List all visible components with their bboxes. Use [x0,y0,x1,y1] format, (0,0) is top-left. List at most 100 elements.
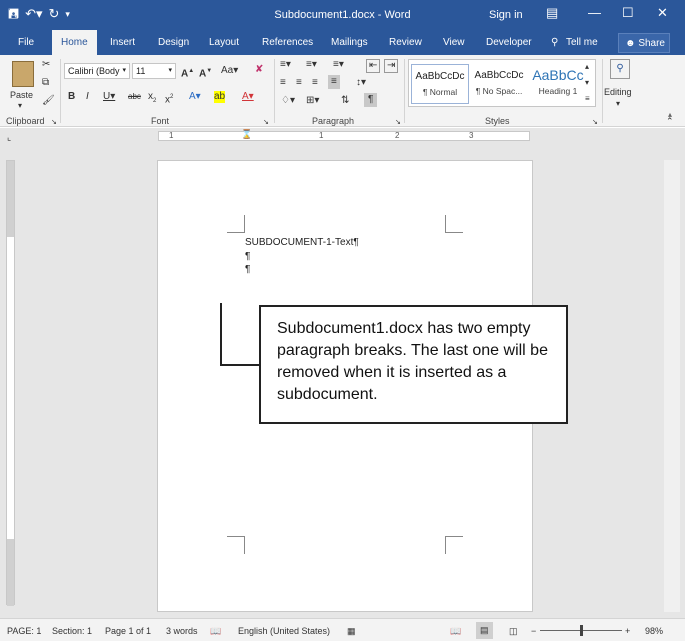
font-size-select[interactable]: 11 ▾ [132,63,176,79]
paragraph-mark[interactable]: ¶ [245,264,250,275]
styles-scroll-up-icon[interactable]: ▴ [585,61,589,73]
ruler-margin [7,161,14,237]
styles-gallery: AaBbCcDc ¶ Normal AaBbCcDc ¶ No Spac... … [408,59,596,107]
align-right-icon[interactable]: ≡ [312,77,318,89]
cut-icon[interactable]: ✂ [42,59,50,71]
ruler-margin [7,539,14,606]
minimize-icon[interactable]: — [588,5,601,21]
chevron-down-icon: ▾ [122,67,126,74]
find-icon[interactable]: ⚲ [610,59,630,79]
font-color-icon[interactable]: A▾ [242,91,254,103]
align-center-icon[interactable]: ≡ [296,77,302,89]
tab-selector-icon[interactable]: ⌞ [7,131,11,143]
increase-indent-icon[interactable]: ⇥ [384,59,399,73]
tab-home[interactable]: Home [52,30,97,55]
text-effects-icon[interactable]: A▾ [189,91,201,103]
page-number-status[interactable]: PAGE: 1 [7,626,41,636]
language-status[interactable]: English (United States) [238,626,330,636]
bold-icon[interactable]: B [68,91,75,103]
numbering-icon[interactable]: ≡▾ [306,59,317,71]
decrease-indent-icon[interactable]: ⇤ [366,59,381,73]
chevron-down-icon: ▾ [168,67,172,74]
editing-button[interactable]: Editing [604,86,632,98]
tab-file[interactable]: File [18,37,34,48]
tab-mailings[interactable]: Mailings [331,37,368,48]
tab-insert[interactable]: Insert [110,37,135,48]
maximize-icon[interactable]: ☐ [622,5,634,21]
person-icon: ☻ [625,38,639,49]
style-no-spacing[interactable]: AaBbCcDc ¶ No Spac... [470,64,528,104]
bullets-icon[interactable]: ≡▾ [280,59,291,71]
section-status[interactable]: Section: 1 [52,626,92,636]
page-count-status[interactable]: Page 1 of 1 [105,626,151,636]
style-name: Heading 1 [538,86,578,96]
shrink-font-icon[interactable]: A▼ [199,65,212,80]
horizontal-ruler[interactable]: 1 ⌛ 1 2 3 [158,129,530,141]
share-button[interactable]: ☻ Share [618,33,670,53]
strikethrough-icon[interactable]: abc [128,91,141,103]
styles-group-label: Styles [485,116,510,126]
tab-design[interactable]: Design [158,37,189,48]
ruler-mark: 2 [395,131,400,140]
clear-formatting-icon[interactable]: ✘ [255,64,263,76]
callout-box: Subdocument1.docx has two empty paragrap… [259,305,568,424]
editing-dropdown-icon[interactable]: ▾ [616,98,620,110]
macro-recording-icon[interactable]: ▦ [347,626,356,637]
scroll-up-icon[interactable]: ▴ [668,110,672,119]
align-left-icon[interactable]: ≡ [280,77,286,89]
change-case-icon[interactable]: Aa▾ [221,65,238,77]
zoom-level[interactable]: 98% [645,626,663,636]
styles-more-icon[interactable]: ≡ [585,93,590,105]
paste-dropdown-icon[interactable]: ▾ [18,100,22,112]
multilevel-list-icon[interactable]: ≡▾ [333,59,344,71]
indent-marker-icon[interactable]: ⌛ [241,129,252,140]
styles-scroll-down-icon[interactable]: ▾ [585,77,589,89]
group-divider [274,59,275,123]
print-layout-icon[interactable]: ▤ [476,622,493,639]
zoom-slider-thumb[interactable] [580,625,583,636]
tell-me-icon[interactable]: ⚲ [551,37,558,48]
paragraph-mark[interactable]: ¶ [245,251,250,262]
font-family-select[interactable]: Calibri (Body ▾ [64,63,130,79]
font-family-value: Calibri (Body [68,66,120,76]
style-heading-1[interactable]: AaBbCc Heading 1 [529,64,587,104]
format-painter-icon[interactable]: 🖌 [42,95,55,107]
style-preview: AaBbCcDc [474,70,524,81]
tab-references[interactable]: References [262,37,313,48]
justify-icon[interactable]: ≡ [328,75,340,89]
word-count-status[interactable]: 3 words [166,626,198,636]
sign-in-link[interactable]: Sign in [489,9,523,21]
document-line-1[interactable]: SUBDOCUMENT-1-Text¶ [245,236,359,250]
style-normal[interactable]: AaBbCcDc ¶ Normal [411,64,469,104]
tab-layout[interactable]: Layout [209,37,239,48]
tab-view[interactable]: View [443,37,465,48]
zoom-out-icon[interactable]: − [531,626,536,636]
paste-icon[interactable] [12,61,34,87]
subscript-icon[interactable]: x2 [148,91,156,107]
italic-icon[interactable]: I [86,91,89,103]
vertical-ruler[interactable] [6,160,15,606]
superscript-icon[interactable]: x2 [165,91,173,106]
grow-font-icon[interactable]: A▲ [181,65,194,80]
zoom-in-icon[interactable]: + [625,626,630,636]
ruler-mark: 3 [469,131,474,140]
ribbon-display-icon[interactable]: ▤ [546,5,558,21]
tell-me-box[interactable]: Tell me [566,37,598,48]
close-icon[interactable]: ✕ [657,5,668,21]
shading-icon[interactable]: ♢▾ [281,95,295,107]
vertical-scrollbar[interactable] [664,160,680,612]
ribbon-tabs: File Home Insert Design Layout Reference… [0,30,685,55]
sort-icon[interactable]: ⇅ [341,95,349,107]
line-spacing-icon[interactable]: ↕▾ [356,77,366,89]
status-bar: PAGE: 1 Section: 1 Page 1 of 1 3 words 📖… [0,618,685,641]
proofing-icon[interactable]: 📖 [210,626,221,637]
copy-icon[interactable]: ⧉ [42,77,49,89]
tab-review[interactable]: Review [389,37,422,48]
borders-icon[interactable]: ⊞▾ [306,95,319,107]
underline-icon[interactable]: U▾ [103,91,115,103]
read-mode-icon[interactable]: 📖 [450,626,461,637]
tab-developer[interactable]: Developer [486,37,532,48]
highlight-icon[interactable]: ab [214,91,226,103]
web-layout-icon[interactable]: ◫ [509,626,518,637]
show-formatting-marks-icon[interactable]: ¶ [364,93,378,107]
